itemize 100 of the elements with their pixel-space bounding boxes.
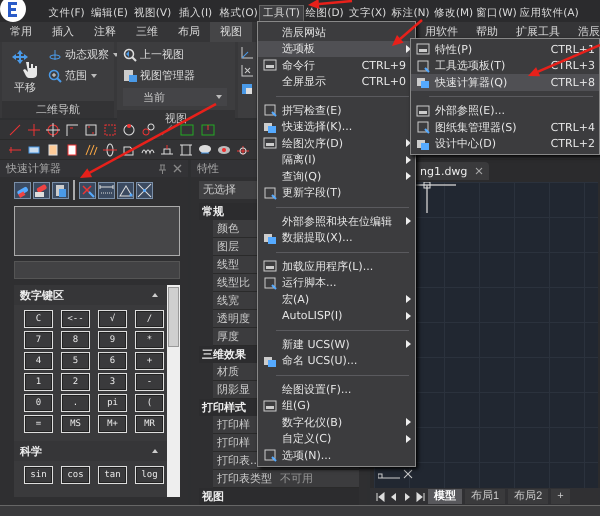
calculator-key[interactable]: / xyxy=(135,310,164,328)
calculator-key[interactable]: 6 xyxy=(98,352,127,370)
extents-button[interactable]: 范围 xyxy=(48,67,120,84)
ribbon-tab[interactable]: 注释 xyxy=(84,22,126,42)
layout-tab[interactable]: 布局1 xyxy=(465,489,506,504)
menu-item[interactable]: 快速计算器(Q) CTRL+8 xyxy=(411,74,599,90)
menu-item[interactable]: 设计中心(D) CTRL+2 xyxy=(411,136,599,152)
view-manager-button[interactable]: 视图管理器 xyxy=(123,67,227,84)
calculator-key[interactable]: + xyxy=(135,352,164,370)
tab-scroll-button[interactable] xyxy=(376,492,386,502)
orbit-button[interactable]: 动态观察 xyxy=(48,46,120,63)
menu-item[interactable]: 格式(O) xyxy=(217,6,260,21)
menu-item[interactable]: 浩辰网站 xyxy=(258,24,415,40)
pan-button[interactable]: 平移 xyxy=(8,46,42,97)
scroll-thumb[interactable] xyxy=(168,287,179,347)
calculator-key[interactable]: 4 xyxy=(24,352,53,370)
drafting-tool-icon[interactable] xyxy=(103,142,117,156)
collapse-icon[interactable] xyxy=(151,292,159,298)
calculator-key[interactable]: pi xyxy=(98,394,127,412)
menu-item[interactable]: 宏(A) xyxy=(258,291,415,308)
calculator-key[interactable]: sin xyxy=(24,466,53,484)
view-dropdown[interactable]: 当前 xyxy=(123,88,227,106)
tab-scroll-button[interactable] xyxy=(389,492,399,502)
layout-tab[interactable]: + xyxy=(551,489,570,504)
calculator-key[interactable]: - xyxy=(135,373,164,391)
calculator-key[interactable]: 5 xyxy=(61,352,90,370)
menu-item[interactable]: 图纸集管理器(S) CTRL+4 xyxy=(411,119,599,136)
pin-icon[interactable] xyxy=(158,164,167,174)
tab-scroll-button[interactable] xyxy=(415,492,425,502)
drafting-tool-icon[interactable] xyxy=(84,142,98,156)
input-field[interactable] xyxy=(14,261,180,279)
menu-item[interactable]: 绘图设置(F)... xyxy=(258,381,415,398)
calculator-key[interactable]: = xyxy=(24,415,53,433)
menu-item[interactable]: 加载应用程序(L)... xyxy=(258,258,415,274)
scrollbar[interactable] xyxy=(167,285,180,497)
get-coordinates-button[interactable] xyxy=(79,182,96,198)
cube-icon[interactable] xyxy=(240,82,254,96)
calculator-key[interactable]: * xyxy=(135,331,164,349)
calculator-key[interactable]: 3 xyxy=(98,373,127,391)
ribbon-tab[interactable]: 用软件 xyxy=(416,22,467,42)
clear-button[interactable] xyxy=(14,182,31,198)
calculator-key[interactable]: 0 xyxy=(24,394,53,412)
calculator-key[interactable]: 8 xyxy=(61,331,90,349)
drafting-tool-icon[interactable] xyxy=(65,142,79,156)
drafting-tool-icon[interactable] xyxy=(198,142,212,156)
distance-button[interactable] xyxy=(98,182,115,198)
menu-item[interactable]: 插入(I) xyxy=(174,6,217,21)
calculator-key[interactable]: C xyxy=(24,310,53,328)
calculator-key[interactable]: . xyxy=(61,394,90,412)
clear-history-button[interactable] xyxy=(33,182,50,198)
ribbon-tab[interactable]: 帮助 xyxy=(467,22,507,42)
rectangle-tool-icon[interactable] xyxy=(179,122,195,136)
calculator-key[interactable]: MR xyxy=(135,415,164,433)
menu-item[interactable]: 新建 UCS(W) xyxy=(258,336,415,352)
drafting-tool-icon[interactable] xyxy=(46,122,60,136)
tab-scroll-button[interactable] xyxy=(402,492,412,502)
rectangle-tool-icon[interactable] xyxy=(200,122,216,136)
close-icon[interactable] xyxy=(173,164,182,172)
calculator-key[interactable]: 2 xyxy=(61,373,90,391)
menu-item[interactable]: 外部参照和块在位编辑 xyxy=(258,213,415,230)
menu-item[interactable]: 命名 UCS(U)... xyxy=(258,352,415,369)
menu-item[interactable]: 工具(T) xyxy=(260,6,303,21)
calculator-key[interactable]: 7 xyxy=(24,331,53,349)
ribbon-tab[interactable]: 常用 xyxy=(0,22,42,42)
menu-item[interactable]: 窗口(W) xyxy=(475,6,518,21)
close-icon[interactable] xyxy=(475,167,484,175)
drafting-tool-icon[interactable] xyxy=(46,142,60,156)
calculator-key[interactable]: 1 xyxy=(24,373,53,391)
ribbon-tab[interactable]: 视图 xyxy=(210,22,252,42)
menu-item[interactable]: AutoLISP(I) xyxy=(258,308,415,324)
drafting-tool-icon[interactable] xyxy=(141,122,155,136)
menu-item[interactable]: 组(G) xyxy=(258,398,415,414)
app-logo-icon[interactable] xyxy=(0,0,26,22)
menu-item[interactable]: 文件(F) xyxy=(45,6,88,21)
collapse-icon[interactable] xyxy=(151,448,159,454)
ribbon-tab[interactable]: 布局 xyxy=(168,22,210,42)
previous-view-button[interactable]: 上一视图 xyxy=(123,46,227,63)
calculator-key[interactable]: cos xyxy=(61,466,90,484)
drafting-tool-icon[interactable] xyxy=(160,142,174,156)
calculator-key[interactable]: 9 xyxy=(98,331,127,349)
menu-item[interactable]: 自定义(C) xyxy=(258,430,415,447)
layout-tab[interactable]: 模型 xyxy=(428,489,462,504)
angle-button[interactable] xyxy=(117,182,134,198)
layout-tab[interactable]: 布局2 xyxy=(508,489,548,504)
menu-item[interactable]: 更新字段(T) xyxy=(258,184,415,201)
paste-button[interactable] xyxy=(52,182,69,198)
ribbon-tab[interactable]: 浩辰 xyxy=(569,22,600,42)
menu-item[interactable]: 选项(N)... xyxy=(258,447,415,464)
menu-item[interactable]: 修改(M) xyxy=(432,6,475,21)
axis-icon[interactable] xyxy=(240,64,254,78)
menu-item[interactable]: 数据提取(X)... xyxy=(258,230,415,246)
ribbon-tab[interactable]: 三维 xyxy=(126,22,168,42)
menu-item[interactable]: 标注(N) xyxy=(389,6,432,21)
intersection-button[interactable] xyxy=(136,182,153,198)
menu-item[interactable]: 数字化仪(B) xyxy=(258,414,415,430)
menu-item[interactable]: 运行脚本... xyxy=(258,274,415,291)
calculator-key[interactable]: <-- xyxy=(61,310,90,328)
menu-item[interactable]: 应用软件(A) xyxy=(518,6,580,21)
ribbon-tab[interactable]: 插入 xyxy=(42,22,84,42)
calculator-key[interactable]: ( xyxy=(135,394,164,412)
